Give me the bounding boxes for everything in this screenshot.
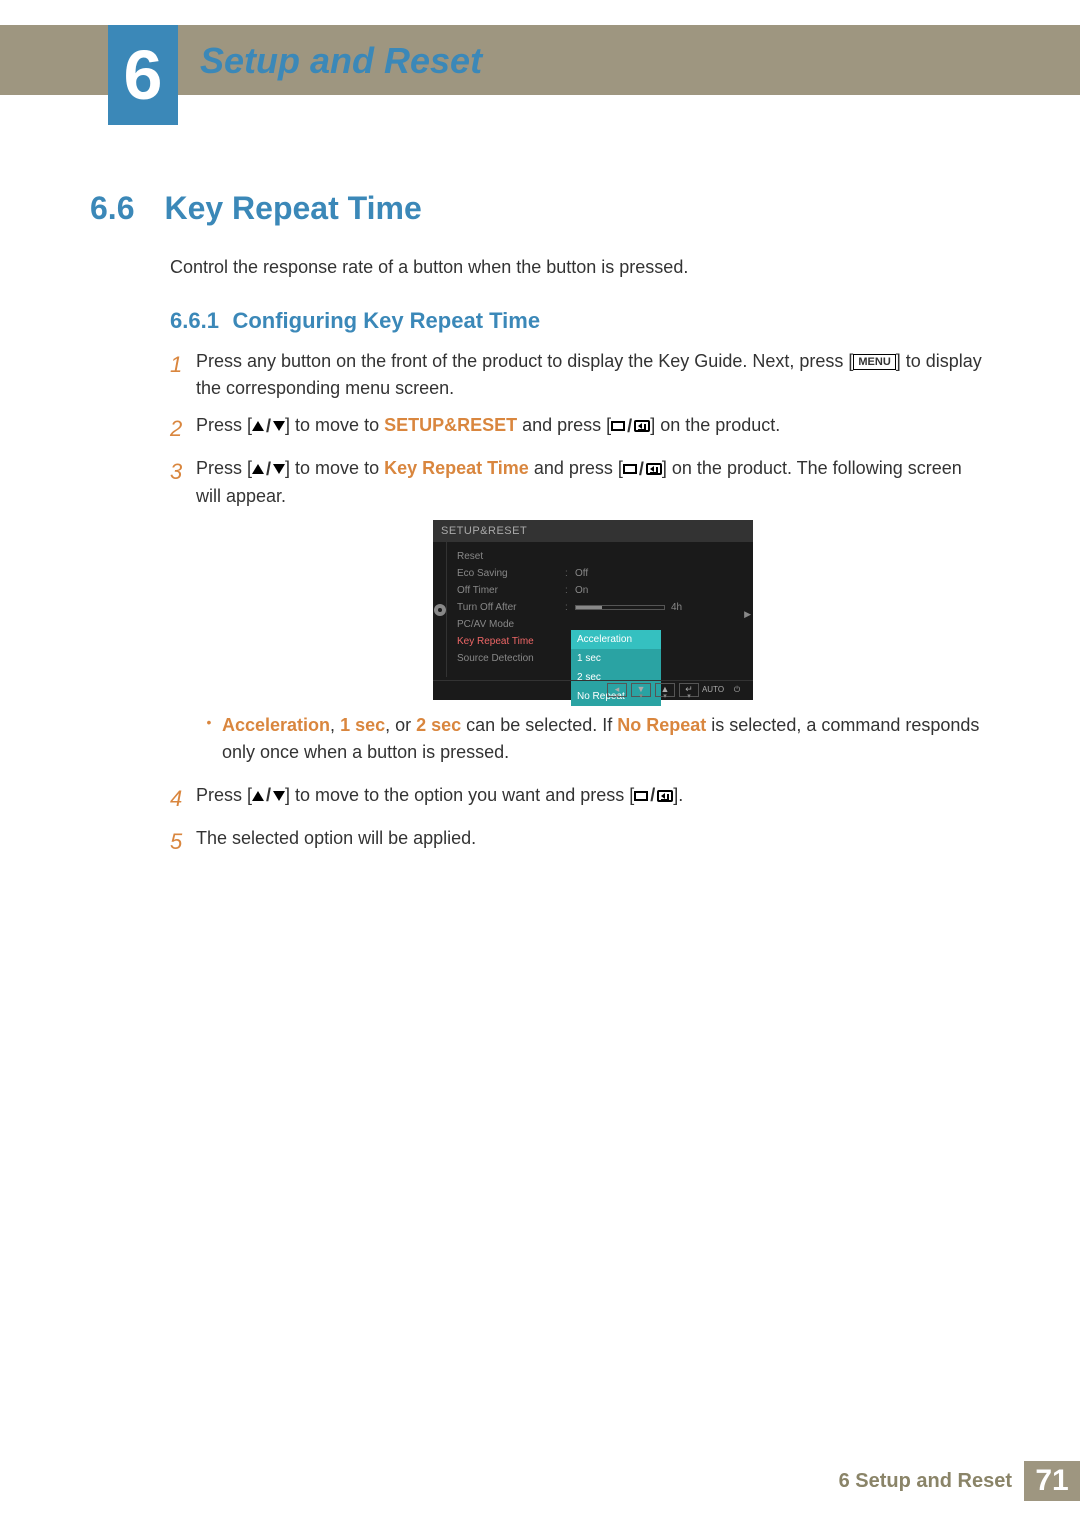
osd-auto-icon: AUTO xyxy=(703,683,723,697)
source-enter-icon: / xyxy=(611,413,650,440)
osd-slider-value: 4h xyxy=(671,600,682,615)
osd-dropdown-option: 1 sec xyxy=(571,649,661,668)
osd-title: SETUP&RESET xyxy=(433,520,753,543)
step-body: Press [/] to move to SETUP&RESET and pre… xyxy=(196,412,990,445)
osd-row-label: Off Timer xyxy=(457,583,565,598)
osd-power-icon: ⏻ xyxy=(727,683,747,697)
page-footer: 6 Setup and Reset 71 xyxy=(839,1461,1080,1501)
osd-row-label: Key Repeat Time xyxy=(457,634,565,649)
section-title: Key Repeat Time xyxy=(164,190,421,227)
footer-page-number: 71 xyxy=(1024,1461,1080,1501)
osd-row: Off Timer:On xyxy=(457,582,753,599)
up-down-arrows-icon: / xyxy=(252,782,285,809)
section-intro: Control the response rate of a button wh… xyxy=(170,257,990,278)
osd-slider xyxy=(575,605,665,610)
highlight: No Repeat xyxy=(617,715,706,735)
osd-row-value: Off xyxy=(575,566,588,581)
subsection-heading: 6.6.1 Configuring Key Repeat Time xyxy=(170,308,990,334)
section-heading: 6.6 Key Repeat Time xyxy=(90,190,990,227)
osd-colon: : xyxy=(565,583,575,598)
bullet-body: Acceleration, 1 sec, or 2 sec can be sel… xyxy=(222,712,990,766)
osd-footer: ◂▾ ▼▾ ▲▾ ↵▾ AUTO ⏻ xyxy=(433,680,753,700)
source-enter-icon: / xyxy=(634,782,673,809)
step-2: 2 Press [/] to move to SETUP&RESET and p… xyxy=(170,412,990,445)
subsection-number: 6.6.1 xyxy=(170,308,228,334)
osd-dropdown-option: Acceleration xyxy=(571,630,661,649)
subsection-title: Configuring Key Repeat Time xyxy=(232,308,540,334)
osd-row-value: On xyxy=(575,583,588,598)
osd-row-label: PC/AV Mode xyxy=(457,617,565,632)
bullet-dot-icon: • xyxy=(196,712,222,766)
highlight: Key Repeat Time xyxy=(384,458,529,478)
step-number: 3 xyxy=(170,455,196,772)
chapter-title: Setup and Reset xyxy=(200,40,482,82)
step-3: 3 Press [/] to move to Key Repeat Time a… xyxy=(170,455,990,772)
osd-row: Turn Off After: 4h xyxy=(457,599,753,616)
step-body: Press any button on the front of the pro… xyxy=(196,348,990,402)
osd-enter-icon: ↵▾ xyxy=(679,683,699,697)
steps-list: 1 Press any button on the front of the p… xyxy=(170,348,990,868)
up-down-arrows-icon: / xyxy=(252,456,285,483)
step-number: 2 xyxy=(170,412,196,445)
osd-colon: : xyxy=(565,566,575,581)
osd-colon: : xyxy=(565,600,575,615)
text: , or xyxy=(385,715,416,735)
text: and press [ xyxy=(517,415,611,435)
step-body: Press [/] to move to Key Repeat Time and… xyxy=(196,455,990,772)
osd-row-label: Source Detection xyxy=(457,651,565,666)
step-body: Press [/] to move to the option you want… xyxy=(196,782,990,815)
step-number: 1 xyxy=(170,348,196,402)
text: ] on the product. xyxy=(650,415,780,435)
text: ]. xyxy=(673,785,683,805)
step-number: 4 xyxy=(170,782,196,815)
text: can be selected. If xyxy=(461,715,617,735)
text: Press [ xyxy=(196,785,252,805)
highlight: SETUP&RESET xyxy=(384,415,517,435)
section-number: 6.6 xyxy=(90,190,160,227)
right-arrow-icon: ▶ xyxy=(744,608,751,622)
text: Press any button on the front of the pro… xyxy=(196,351,853,371)
highlight: 1 sec xyxy=(340,715,385,735)
bullet-item: • Acceleration, 1 sec, or 2 sec can be s… xyxy=(196,712,990,766)
step-5: 5 The selected option will be applied. xyxy=(170,825,990,858)
step-body: The selected option will be applied. xyxy=(196,825,990,858)
step-number: 5 xyxy=(170,825,196,858)
highlight: 2 sec xyxy=(416,715,461,735)
text: ] to move to the option you want and pre… xyxy=(285,785,634,805)
osd-row-label: Eco Saving xyxy=(457,566,565,581)
osd-back-icon: ◂▾ xyxy=(607,683,627,697)
text: and press [ xyxy=(529,458,623,478)
footer-chapter-label: 6 Setup and Reset xyxy=(839,1470,1012,1493)
up-down-arrows-icon: / xyxy=(252,413,285,440)
text: ] to move to xyxy=(285,458,384,478)
chapter-number-box: 6 xyxy=(108,25,178,125)
text: Press [ xyxy=(196,415,252,435)
menu-button-icon: MENU xyxy=(853,354,895,370)
highlight: Acceleration xyxy=(222,715,330,735)
text: ] to move to xyxy=(285,415,384,435)
text: Press [ xyxy=(196,458,252,478)
source-enter-icon: / xyxy=(623,456,662,483)
step-1: 1 Press any button on the front of the p… xyxy=(170,348,990,402)
osd-up-icon: ▲▾ xyxy=(655,683,675,697)
gear-icon xyxy=(432,602,448,618)
osd-row-label: Turn Off After xyxy=(457,600,565,615)
step-4: 4 Press [/] to move to the option you wa… xyxy=(170,782,990,815)
osd-row-label: Reset xyxy=(457,549,565,564)
text: , xyxy=(330,715,340,735)
osd-rows: ▶ ResetEco Saving:OffOff Timer:OnTurn Of… xyxy=(447,542,753,677)
osd-screenshot: SETUP&RESET ▶ ResetEco Saving:OffOff Tim… xyxy=(433,520,753,700)
osd-row: Eco Saving:Off xyxy=(457,565,753,582)
osd-row: Reset xyxy=(457,548,753,565)
osd-sidebar xyxy=(433,542,447,677)
osd-down-icon: ▼▾ xyxy=(631,683,651,697)
